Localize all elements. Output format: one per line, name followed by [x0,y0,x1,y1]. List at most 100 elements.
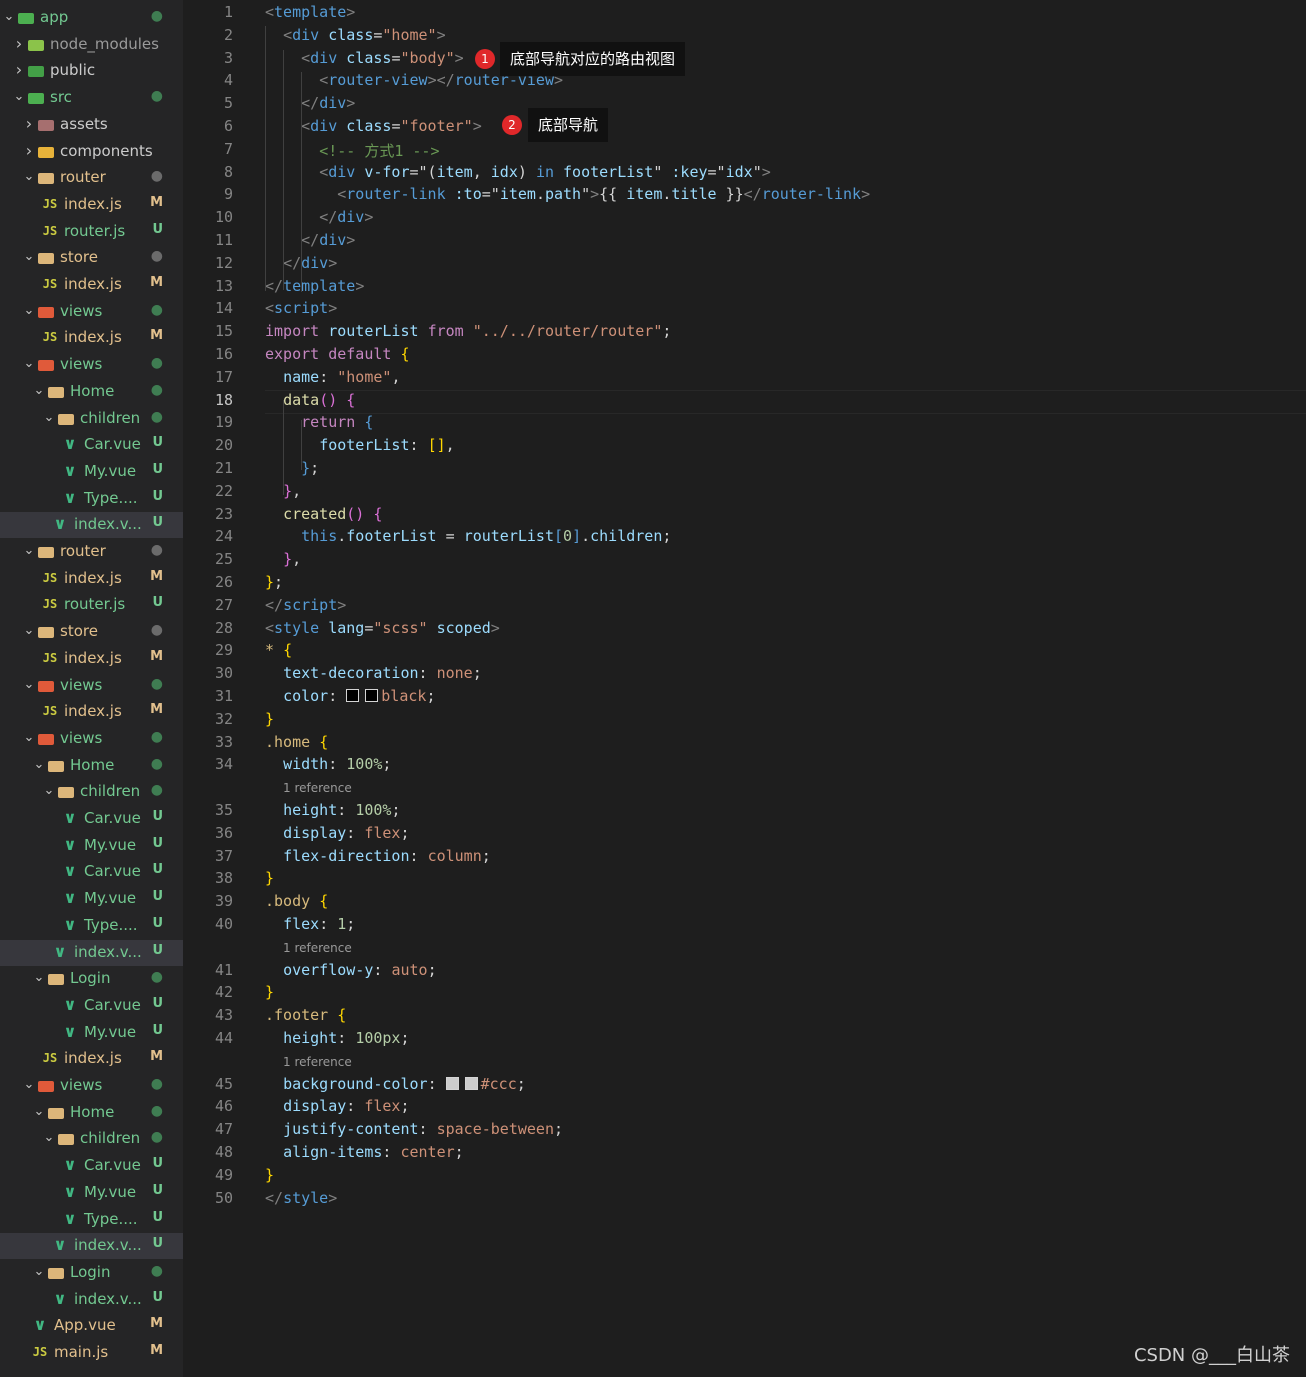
code-line[interactable]: }, [265,550,301,568]
tree-folder-home[interactable]: ⌄ Home ● [0,753,183,779]
code-line[interactable]: footerList: [], [265,436,454,454]
code-line[interactable]: import routerList from "../../router/rou… [265,322,671,340]
color-swatch[interactable] [346,689,360,702]
code-line[interactable]: <!-- 方式1 --> [265,140,439,161]
tree-file[interactable]: ∨ Car.vue U [0,1153,183,1179]
code-line[interactable]: overflow-y: auto; [265,961,437,979]
codelens-reference[interactable]: 1 reference [283,941,352,955]
tree-folder-store[interactable]: ⌄ store ● [0,619,183,645]
tree-folder-src[interactable]: ⌄ src ● [0,85,183,111]
tree-file[interactable]: JS router.js U [0,592,183,618]
tree-folder-assets[interactable]: › assets [0,112,183,138]
chevron-down-icon[interactable]: ⌄ [32,384,46,398]
chevron-down-icon[interactable]: ⌄ [22,624,36,638]
tree-folder-home[interactable]: ⌄ Home ● [0,1100,183,1126]
chevron-down-icon[interactable]: ⌄ [42,1131,56,1145]
tree-folder-app[interactable]: ⌄ app ● [0,5,183,31]
tree-file[interactable]: ∨ App.vue M [0,1313,183,1339]
code-line[interactable]: } [265,983,274,1001]
tree-folder-store[interactable]: ⌄ store ● [0,245,183,271]
code-line[interactable]: export default { [265,345,410,363]
chevron-down-icon[interactable]: ⌄ [2,10,16,24]
code-line[interactable]: color: black; [265,687,435,705]
chevron-right-icon[interactable]: › [12,62,26,78]
tree-folder-children[interactable]: ⌄ children ● [0,406,183,432]
tree-file[interactable]: JS main.js M [0,1340,183,1366]
chevron-down-icon[interactable]: ⌄ [22,678,36,692]
code-line[interactable]: <div v-for="(item, idx) in footerList" :… [265,163,771,181]
codelens-reference[interactable]: 1 reference [283,1055,352,1069]
tree-folder-router[interactable]: ⌄ router ● [0,539,183,565]
code-line[interactable]: flex: 1; [265,915,355,933]
tree-file[interactable]: ∨ My.vue U [0,459,183,485]
tree-folder-children[interactable]: ⌄ children ● [0,1126,183,1152]
code-line[interactable]: <style lang="scss" scoped> [265,619,500,637]
code-line[interactable]: </template> [265,277,364,295]
code-line[interactable]: }; [265,573,283,591]
tree-file[interactable]: JS index.js M [0,699,183,725]
tree-folder-home[interactable]: ⌄ Home ● [0,379,183,405]
chevron-right-icon[interactable]: › [22,143,36,159]
code-line[interactable]: } [265,869,274,887]
color-swatch[interactable] [464,1076,478,1090]
tree-folder-components[interactable]: › components [0,139,183,165]
tree-file[interactable]: JS index.js M [0,566,183,592]
code-line[interactable]: name: "home", [265,368,400,386]
code-line[interactable]: align-items: center; [265,1143,464,1161]
code-line[interactable]: created() { [265,505,382,523]
color-swatch[interactable] [365,689,379,702]
tree-file[interactable]: ∨ Car.vue U [0,859,183,885]
tree-file[interactable]: ∨ Type.... U [0,1207,183,1233]
code-line[interactable]: justify-content: space-between; [265,1120,563,1138]
tree-file[interactable]: ∨ Car.vue U [0,993,183,1019]
tree-folder-login[interactable]: ⌄ Login ● [0,966,183,992]
tree-file[interactable]: ∨ Car.vue U [0,806,183,832]
tree-file[interactable]: ∨ index.v... U [0,1233,183,1259]
tree-file[interactable]: JS router.js U [0,219,183,245]
code-line[interactable]: </div> [265,94,355,112]
tree-file[interactable]: ∨ index.v... U [0,940,183,966]
code-line[interactable]: height: 100%; [265,801,400,819]
tree-folder-views[interactable]: ⌄ views ● [0,299,183,325]
tree-file[interactable]: ∨ My.vue U [0,833,183,859]
code-line[interactable]: <div class="body"> [265,49,464,67]
chevron-down-icon[interactable]: ⌄ [32,971,46,985]
chevron-down-icon[interactable]: ⌄ [32,1105,46,1119]
tree-file[interactable]: ∨ Type.... U [0,486,183,512]
chevron-down-icon[interactable]: ⌄ [22,544,36,558]
code-line[interactable]: display: flex; [265,824,409,842]
chevron-down-icon[interactable]: ⌄ [12,90,26,104]
code-editor[interactable]: 1 <template> 2 <div class="home"> 3 <div cl… [183,0,1306,1377]
code-line[interactable]: } [265,710,274,728]
code-line[interactable]: background-color: #ccc; [265,1075,526,1093]
tree-file[interactable]: ∨ My.vue U [0,1180,183,1206]
chevron-down-icon[interactable]: ⌄ [42,784,56,798]
tree-file[interactable]: ∨ index.v... U [0,1287,183,1313]
code-line[interactable]: <router-link :to="item.path">{{ item.tit… [265,185,870,203]
tree-file[interactable]: ∨ My.vue U [0,886,183,912]
tree-folder-public[interactable]: › public [0,58,183,84]
chevron-down-icon[interactable]: ⌄ [32,1265,46,1279]
code-line[interactable]: * { [265,641,292,659]
chevron-down-icon[interactable]: ⌄ [22,250,36,264]
tree-file[interactable]: JS index.js M [0,325,183,351]
code-line[interactable]: width: 100%; [265,755,391,773]
code-line[interactable]: </script> [265,596,346,614]
tree-folder-views[interactable]: ⌄ views ● [0,352,183,378]
code-line[interactable]: .home { [265,733,328,751]
tree-file[interactable]: ∨ Type.... U [0,913,183,939]
tree-folder-login[interactable]: ⌄ Login ● [0,1260,183,1286]
tree-folder-views[interactable]: ⌄ views ● [0,673,183,699]
codelens-reference[interactable]: 1 reference [283,781,352,795]
code-line[interactable]: return { [265,413,373,431]
code-line[interactable]: <template> [265,3,355,21]
code-line[interactable]: <div class="home"> [265,26,446,44]
code-line[interactable]: .body { [265,892,328,910]
chevron-down-icon[interactable]: ⌄ [22,304,36,318]
tree-folder-node-modules[interactable]: › node_modules [0,32,183,58]
tree-folder-views[interactable]: ⌄ views ● [0,1073,183,1099]
code-line[interactable]: <div class="footer"> [265,117,482,135]
tree-file[interactable]: ∨ My.vue U [0,1020,183,1046]
tree-file[interactable]: ∨ Car.vue U [0,432,183,458]
code-line[interactable]: </div> [265,231,355,249]
